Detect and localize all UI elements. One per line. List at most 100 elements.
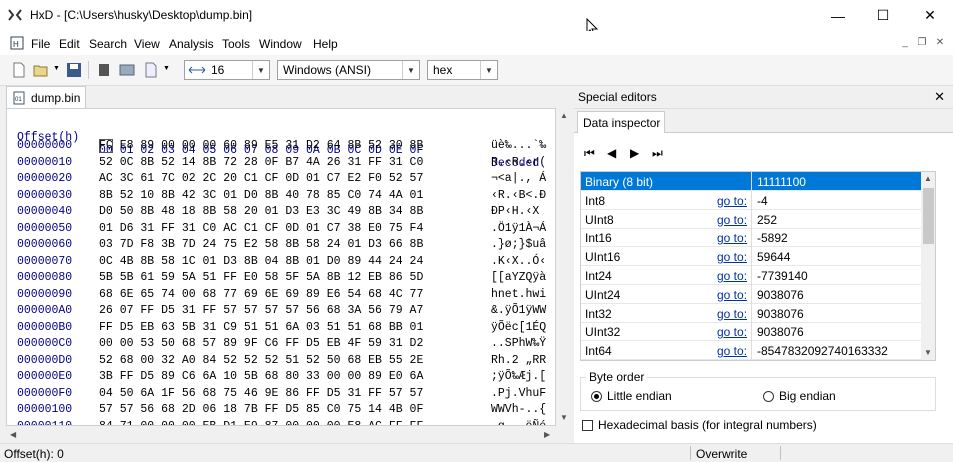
go-to-link[interactable]: go to: bbox=[717, 213, 747, 227]
ram-icon[interactable] bbox=[96, 62, 112, 78]
row-decoded-text[interactable]: .Ö1ÿ1À¬Á bbox=[491, 222, 546, 235]
properties-dropdown-icon[interactable]: ▼ bbox=[163, 65, 170, 72]
inspector-row[interactable]: Int64 go to: -8547832092740163332 bbox=[581, 341, 921, 360]
inspector-row[interactable]: UInt32 go to: 9038076 bbox=[581, 322, 921, 342]
inspector-value[interactable]: 11111100 bbox=[757, 175, 806, 189]
row-decoded-text[interactable]: [[aYZQÿà bbox=[491, 271, 546, 284]
mdi-minimize-icon[interactable]: _ bbox=[898, 37, 912, 49]
row-hex-bytes[interactable]: 57 57 56 68 2D 06 18 7B FF D5 85 C0 75 1… bbox=[99, 403, 423, 416]
hex-vertical-scrollbar[interactable]: ▲ ▼ bbox=[556, 108, 572, 426]
scroll-up-icon[interactable]: ▲ bbox=[560, 111, 568, 120]
inspector-value[interactable]: 9038076 bbox=[757, 288, 804, 302]
open-file-icon[interactable] bbox=[33, 62, 49, 78]
chevron-down-icon[interactable]: ▼ bbox=[402, 61, 419, 79]
save-icon[interactable] bbox=[66, 62, 82, 78]
menu-file[interactable]: File bbox=[31, 37, 50, 51]
inspector-row[interactable]: UInt24 go to: 9038076 bbox=[581, 284, 921, 304]
hex-editor-view[interactable]: Offset(h) 00 01 02 03 04 05 06 07 08 09 … bbox=[6, 108, 556, 426]
inspector-row[interactable]: UInt16 go to: 59644 bbox=[581, 247, 921, 267]
row-hex-bytes[interactable]: D0 50 8B 48 18 8B 58 20 01 D3 E3 3C 49 8… bbox=[99, 205, 423, 218]
hex-basis-label[interactable]: Hexadecimal basis (for integral numbers) bbox=[598, 418, 817, 432]
row-decoded-text[interactable]: .}ø;}$uâ bbox=[491, 238, 546, 251]
row-hex-bytes[interactable]: 5B 5B 61 59 5A 51 FF E0 58 5F 5A 8B 12 E… bbox=[99, 271, 423, 284]
inspector-row[interactable]: Int24 go to: -7739140 bbox=[581, 266, 921, 285]
little-endian-label[interactable]: Little endian bbox=[607, 389, 672, 403]
scroll-thumb[interactable] bbox=[923, 188, 934, 244]
tab-data-inspector[interactable]: Data inspector bbox=[577, 111, 665, 133]
inspector-value[interactable]: 9038076 bbox=[757, 325, 804, 339]
menu-tools[interactable]: Tools bbox=[222, 37, 250, 51]
inspector-value[interactable]: 9038076 bbox=[757, 307, 804, 321]
inspector-value[interactable]: -8547832092740163332 bbox=[757, 344, 888, 358]
inspector-row[interactable]: Int32 go to: 9038076 bbox=[581, 303, 921, 323]
row-decoded-text[interactable]: hnet.hwi bbox=[491, 288, 546, 301]
next-icon[interactable]: ▶ bbox=[630, 146, 644, 160]
minimize-button[interactable]: — bbox=[815, 0, 861, 31]
close-button[interactable]: ✕ bbox=[907, 0, 953, 31]
disk-icon[interactable] bbox=[119, 62, 135, 78]
go-to-link[interactable]: go to: bbox=[717, 288, 747, 302]
scroll-down-icon[interactable]: ▼ bbox=[560, 413, 568, 422]
row-hex-bytes[interactable]: AC 3C 61 7C 02 2C 20 C1 CF 0D 01 C7 E2 F… bbox=[99, 172, 423, 185]
new-file-icon[interactable] bbox=[11, 62, 27, 78]
big-endian-radio[interactable] bbox=[763, 391, 774, 402]
little-endian-radio[interactable] bbox=[591, 391, 602, 402]
row-hex-bytes[interactable]: 3B FF D5 89 C6 6A 10 5B 68 80 33 00 00 8… bbox=[99, 370, 423, 383]
previous-icon[interactable]: ◀ bbox=[607, 146, 621, 160]
menu-help[interactable]: Help bbox=[313, 37, 338, 51]
inspector-value[interactable]: -5892 bbox=[757, 231, 788, 245]
row-decoded-text[interactable]: ¬<a|., Á bbox=[491, 172, 546, 185]
tab-dump-bin[interactable]: 01 dump.bin bbox=[6, 86, 86, 108]
scroll-right-icon[interactable]: ▶ bbox=[544, 430, 550, 439]
mdi-restore-icon[interactable]: ❐ bbox=[915, 37, 929, 49]
open-dropdown-icon[interactable]: ▼ bbox=[53, 65, 60, 72]
row-hex-bytes[interactable]: 68 6E 65 74 00 68 77 69 6E 69 89 E6 54 6… bbox=[99, 288, 423, 301]
inspector-row[interactable]: UInt8 go to: 252 bbox=[581, 209, 921, 229]
inspector-value[interactable]: 59644 bbox=[757, 250, 790, 264]
row-hex-bytes[interactable]: 03 7D F8 3B 7D 24 75 E2 58 8B 58 24 01 D… bbox=[99, 238, 423, 251]
scroll-down-icon[interactable]: ▼ bbox=[924, 348, 932, 357]
go-to-link[interactable]: go to: bbox=[717, 325, 747, 339]
go-to-link[interactable]: go to: bbox=[717, 194, 747, 208]
maximize-button[interactable]: ☐ bbox=[860, 0, 906, 31]
last-icon[interactable]: ⏭ bbox=[652, 146, 666, 160]
close-icon[interactable]: ✕ bbox=[934, 89, 945, 105]
offset-base-combo[interactable]: hex ▼ bbox=[427, 60, 498, 80]
menu-edit[interactable]: Edit bbox=[59, 37, 80, 51]
mdi-close-icon[interactable]: ✕ bbox=[933, 37, 947, 49]
first-icon[interactable]: ⏮ bbox=[584, 146, 598, 160]
row-decoded-text[interactable]: ..SPhW‰Ÿ bbox=[491, 337, 546, 350]
row-decoded-text[interactable]: R.‹R.‹r( bbox=[491, 156, 546, 169]
go-to-link[interactable]: go to: bbox=[717, 307, 747, 321]
menu-search[interactable]: Search bbox=[89, 37, 127, 51]
go-to-link[interactable]: go to: bbox=[717, 231, 747, 245]
row-decoded-text[interactable]: WWVh-..{ bbox=[491, 403, 546, 416]
row-decoded-text[interactable]: .K‹X..Ó‹ bbox=[491, 255, 546, 268]
inspector-row[interactable]: Int16 go to: -5892 bbox=[581, 228, 921, 248]
inspector-value[interactable]: -4 bbox=[757, 194, 768, 208]
row-decoded-text[interactable]: .Pj.VhuF bbox=[491, 387, 546, 400]
inspector-value[interactable]: -7739140 bbox=[757, 269, 808, 283]
big-endian-label[interactable]: Big endian bbox=[779, 389, 836, 403]
row-decoded-text[interactable]: ÿÕëc[1ÉQ bbox=[491, 321, 546, 334]
row-hex-bytes[interactable]: 8B 52 10 8B 42 3C 01 D0 8B 40 78 85 C0 7… bbox=[99, 189, 423, 202]
chevron-down-icon[interactable]: ▼ bbox=[480, 61, 497, 79]
charset-combo[interactable]: Windows (ANSI) ▼ bbox=[277, 60, 420, 80]
hex-horizontal-scrollbar[interactable]: ◀ ▶ bbox=[6, 426, 556, 442]
inspector-row[interactable]: Int8 go to: -4 bbox=[581, 190, 921, 210]
row-hex-bytes[interactable]: 01 D6 31 FF 31 C0 AC C1 CF 0D 01 C7 38 E… bbox=[99, 222, 423, 235]
menu-view[interactable]: View bbox=[134, 37, 160, 51]
menu-window[interactable]: Window bbox=[259, 37, 302, 51]
row-hex-bytes[interactable]: 04 50 6A 1F 56 68 75 46 9E 86 FF D5 31 F… bbox=[99, 387, 423, 400]
row-decoded-text[interactable]: ;ÿÕ‰Æj.[ bbox=[491, 370, 546, 383]
row-decoded-text[interactable]: ‹R.‹B<.Ð bbox=[491, 189, 546, 202]
data-inspector-scrollbar[interactable]: ▲ ▼ bbox=[921, 172, 935, 360]
go-to-link[interactable]: go to: bbox=[717, 269, 747, 283]
data-inspector-table[interactable]: Binary (8 bit) 11111100 Int8 go to: -4 UInt8 g… bbox=[580, 171, 936, 361]
row-hex-bytes[interactable]: FC E8 89 00 00 00 60 89 E5 31 D2 64 8B 5… bbox=[99, 139, 423, 152]
row-hex-bytes[interactable]: 52 0C 8B 52 14 8B 72 28 0F B7 4A 26 31 F… bbox=[99, 156, 423, 169]
chevron-down-icon[interactable]: ▼ bbox=[252, 61, 269, 79]
row-decoded-text[interactable]: ÐP‹H.‹X bbox=[491, 205, 546, 218]
menu-analysis[interactable]: Analysis bbox=[169, 37, 214, 51]
row-hex-bytes[interactable]: 00 00 53 50 68 57 89 9F C6 FF D5 EB 4F 5… bbox=[99, 337, 423, 350]
